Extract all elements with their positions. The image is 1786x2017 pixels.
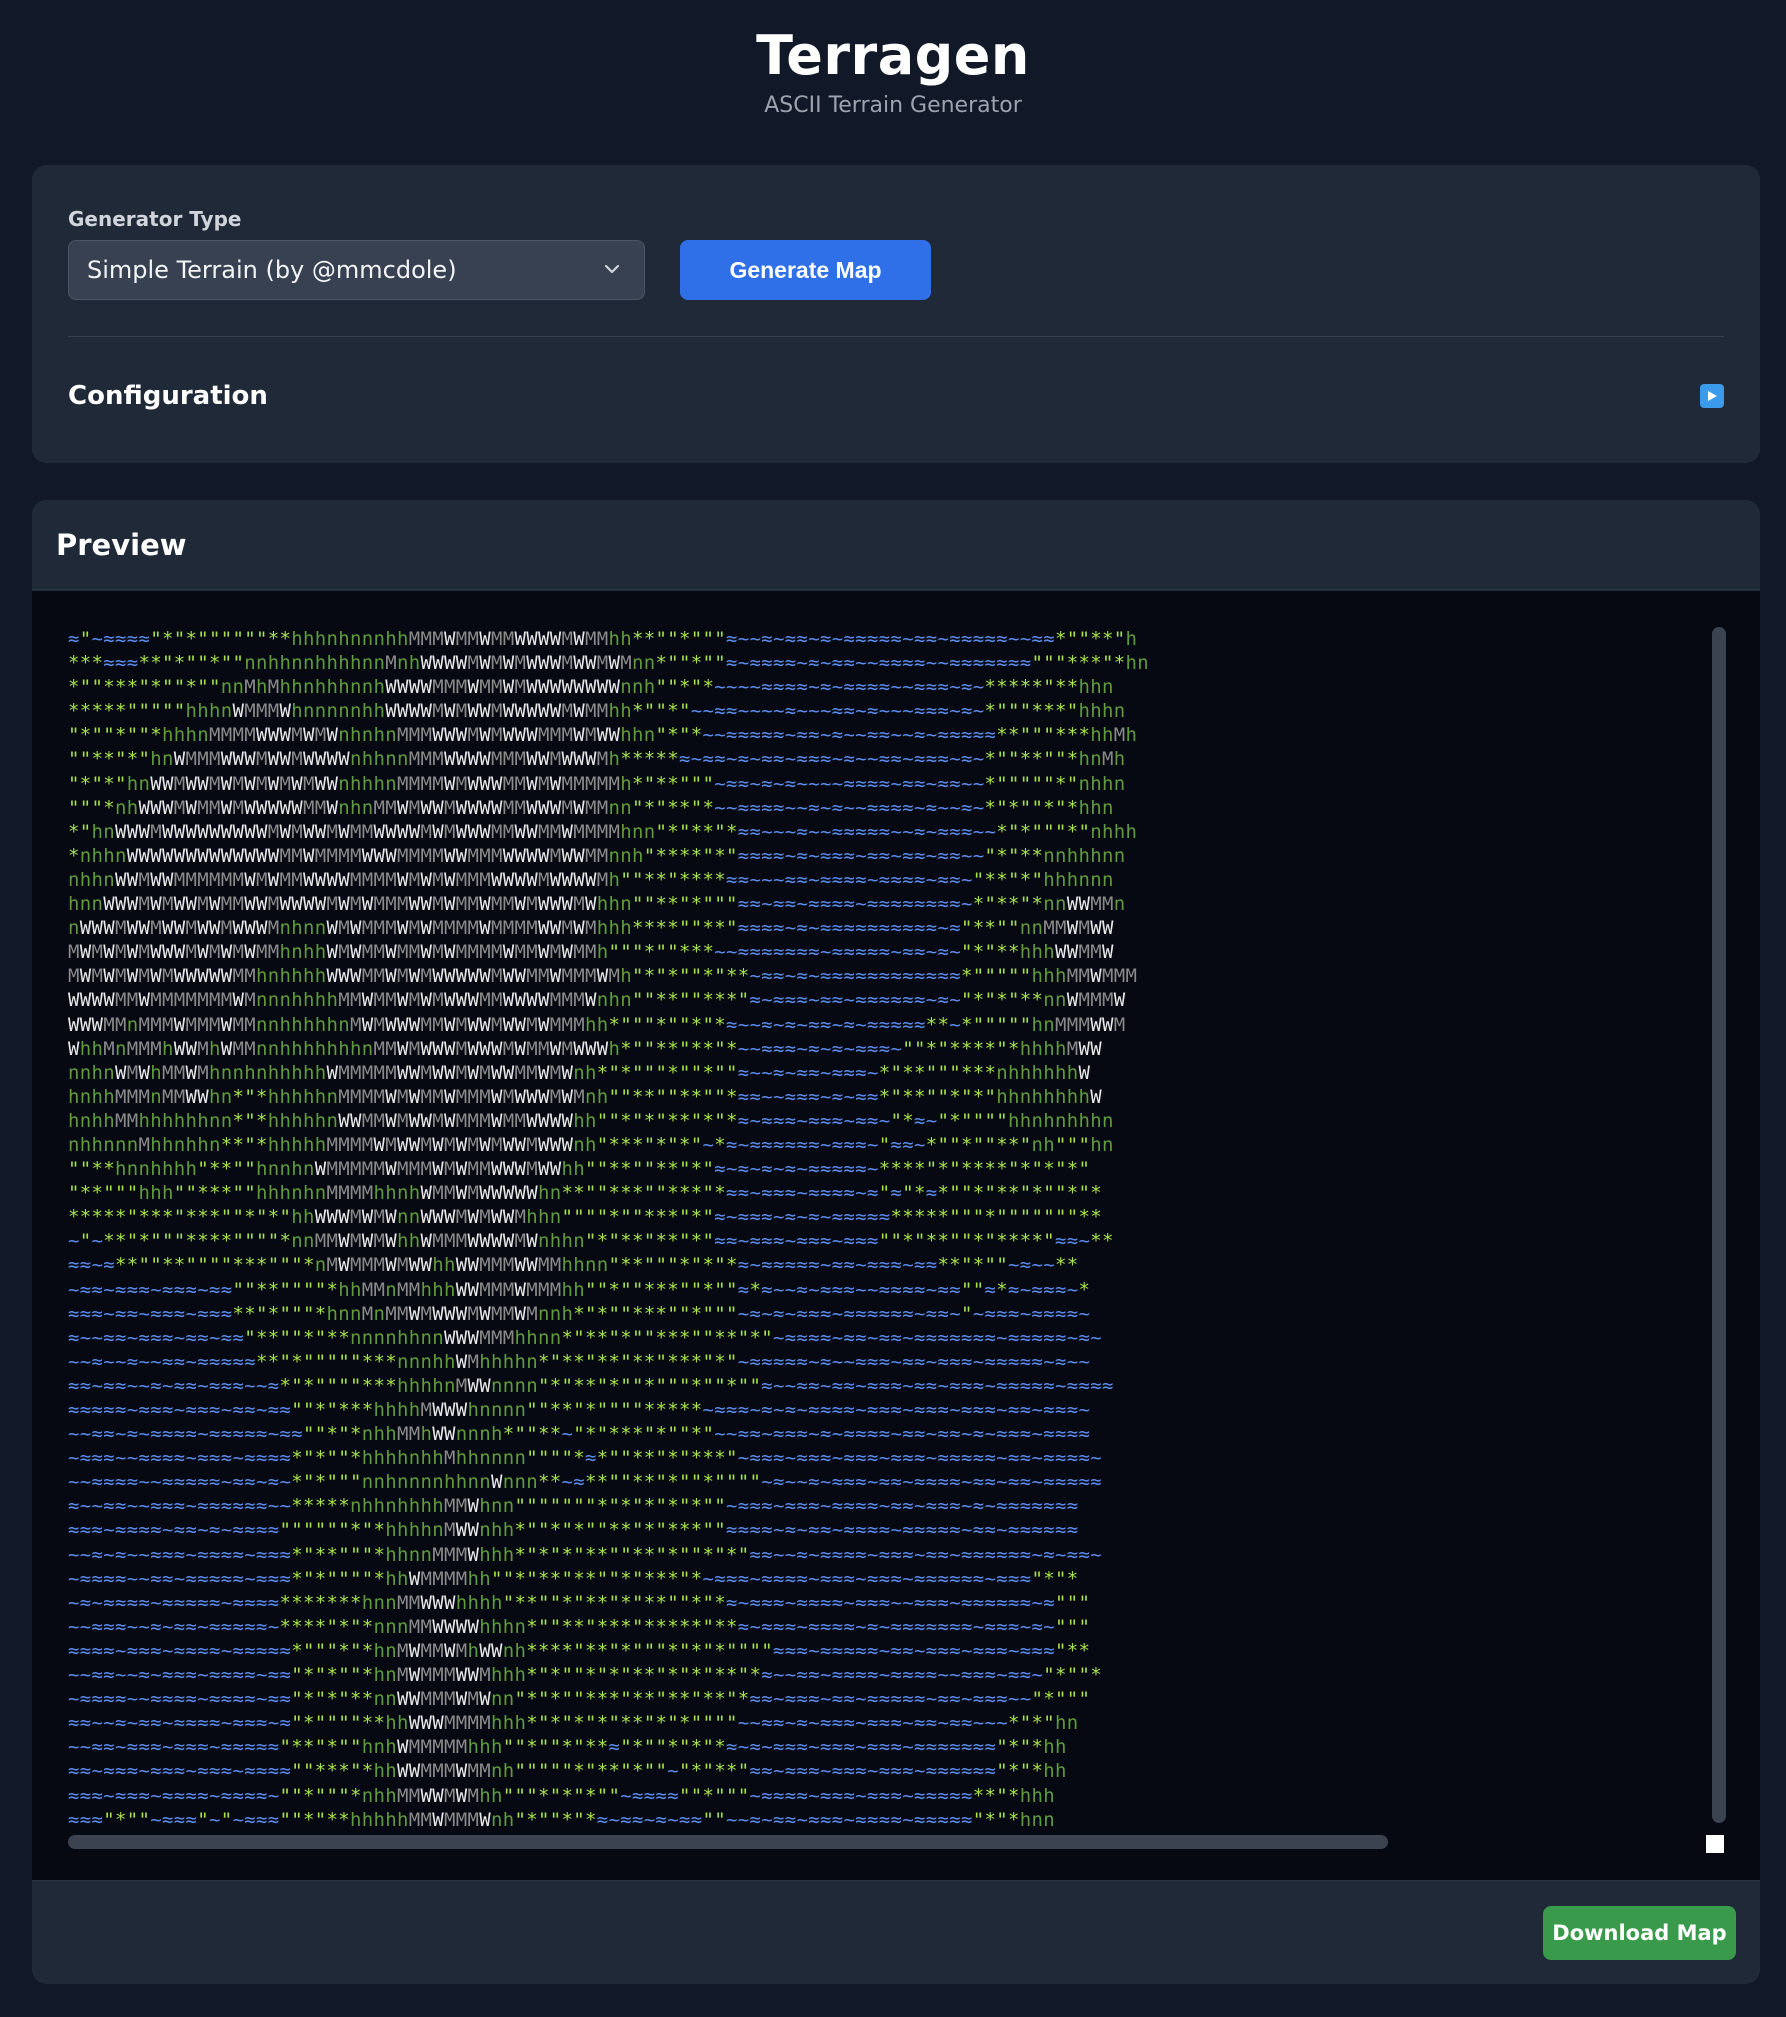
map-row: hnhhMMMnMMWWhn*"*hhhhhnMMMMWMWMMWMMMWMWW… bbox=[68, 1085, 1102, 1108]
preview-panel: Preview ≈"~≈≈≈≈"*"*""""""**hhhnhnnnhhMMM… bbox=[32, 500, 1760, 1984]
map-row: ***≈≈≈**"*""*""nnhhnnhhhhnnMnhWWWWMWMWMW… bbox=[68, 652, 1149, 675]
map-row: ~~≈≈~≈≈≈~≈≈≈~≈≈≈≈≈"**"*""hnhWMMMMMhhh""*… bbox=[68, 1736, 1067, 1759]
map-row: ~"~**"*"""****""""*nnMMWMWMWhhWMMMWWWWMW… bbox=[68, 1230, 1114, 1253]
map-row: ≈~~≈≈~≈≈≈~≈≈~≈≈"**""*"**nnnnhhnnWWWMMMhh… bbox=[68, 1326, 1102, 1349]
map-row: WWWWMMWMMMMMMMWMnnnhhhhMMWMMWMWMWWWMMWWW… bbox=[68, 989, 1126, 1012]
map-row: ≈≈≈≈~≈≈≈~≈≈≈≈~≈≈≈≈≈*"""*"*hnMWMMWMhWWnh*… bbox=[68, 1639, 1091, 1662]
scrollbar-corner bbox=[1706, 1835, 1724, 1853]
map-row: ""**"*"hnWMMMWWWMWWMWWWWnhhnnMMMWWWWMMMW… bbox=[68, 748, 1126, 771]
map-row: ~≈≈≈≈~~≈≈~≈≈≈≈≈~≈≈≈*"*""""*hhWMMMMhh""*"… bbox=[68, 1567, 1079, 1590]
map-row: ~≈≈≈~~≈≈≈≈~≈≈≈~≈≈≈≈*"*""*hhhhnhhMhhnnnn"… bbox=[68, 1447, 1102, 1470]
preview-header: Preview bbox=[32, 500, 1760, 590]
map-row: nhhnnnMhhnhhn**"*hhhhhMMMMWMWWMWMWMWMWWM… bbox=[68, 1133, 1114, 1156]
map-row: ≈≈~≈≈≈~≈≈≈~≈≈≈~≈≈≈≈""***"*hhWWMMMWMMnh""… bbox=[68, 1760, 1067, 1783]
map-row: ≈≈~~≈~≈≈~≈≈≈≈~≈≈≈~≈"*""""**hhWWWMMMMhhh*… bbox=[68, 1712, 1079, 1735]
map-row: ~~≈~~≈~~≈≈~≈≈≈≈≈**"*"""""***nnnhhWMhhhhn… bbox=[68, 1350, 1091, 1373]
preview-footer: Download Map bbox=[32, 1880, 1760, 1984]
map-row: ~~≈~≈~~≈≈≈~≈≈≈≈~≈≈≈*"**"""*hhnnMMMWhhh*"… bbox=[68, 1543, 1102, 1566]
chevron-down-icon bbox=[604, 264, 620, 274]
map-row: ≈~~≈≈~~≈≈≈~≈≈≈≈≈≈~~*****nhhnhhhhMMWhnn""… bbox=[68, 1495, 1079, 1518]
download-map-button[interactable]: Download Map bbox=[1543, 1906, 1736, 1960]
map-row: "**"""hhh""***""hhhnhnMMMMhhnhWMMWMWWWWW… bbox=[68, 1182, 1102, 1205]
configuration-label: Configuration bbox=[68, 381, 268, 411]
map-row: ≈≈≈"*""~≈≈≈"~"~≈≈≈""*"**hhhhhMMWMMMWnh"*… bbox=[68, 1808, 1055, 1831]
divider bbox=[68, 336, 1724, 337]
map-row: ≈≈≈~≈≈≈~≈≈≈≈~≈≈≈≈~""*"""*nhhMMWWMWMhh"""… bbox=[68, 1784, 1055, 1807]
app-title: Terragen bbox=[756, 24, 1030, 87]
map-row: *nhhnWWWWWWWWWWWWWMMWMMMMWWWMMMMWWMMMWWW… bbox=[68, 844, 1126, 867]
generator-type-label: Generator Type bbox=[68, 207, 242, 231]
map-scroll-area[interactable]: ≈"~≈≈≈≈"*"*""""""**hhhnhnnnhhMMMWMMWMMWW… bbox=[68, 627, 1758, 1843]
configuration-toggle[interactable]: Configuration bbox=[68, 371, 1724, 421]
ascii-map: ≈"~≈≈≈≈"*"*""""""**hhhnhnnnhhMMMWMMWMMWW… bbox=[68, 627, 1758, 1832]
map-row: ~≈~≈≈≈≈~≈≈≈≈≈~≈≈≈≈*******hnnMMWWWhhhh"**… bbox=[68, 1591, 1091, 1614]
map-row: nhhnWWMWWMMMMMMWMWMMWWWWMMMMWMWMWMMMWWWW… bbox=[68, 868, 1114, 891]
preview-title: Preview bbox=[56, 527, 187, 562]
app-header: Terragen ASCII Terrain Generator bbox=[0, 22, 1786, 120]
vertical-scrollbar[interactable] bbox=[1712, 627, 1726, 1823]
play-icon[interactable] bbox=[1700, 384, 1724, 408]
horizontal-scrollbar[interactable] bbox=[68, 1835, 1388, 1849]
map-row: ≈≈≈~≈≈≈≈~≈≈~≈~≈≈≈≈""""""*"*hhhhnMWWnhh*"… bbox=[68, 1519, 1079, 1542]
map-row: ~~≈≈≈~~≈~≈≈~≈≈≈≈≈~****"*"*nnnMMWWWWhhhn*… bbox=[68, 1615, 1091, 1638]
map-row: ""**hnnhhhh"**""hnnhnWMMMMMWMMMWMWMMWWWM… bbox=[68, 1158, 1091, 1181]
map-row: *""***"*""*""nnMhMhhnhhhnnhWWWWMMMWMMWMW… bbox=[68, 676, 1114, 699]
map-row: """*nhWWWMWMMWMWWWWWMMWnhnMMWMWWMWWWWMMW… bbox=[68, 796, 1114, 819]
generator-type-value: Simple Terrain (by @mmcdole) bbox=[87, 256, 457, 284]
controls-panel: Generator Type Simple Terrain (by @mmcdo… bbox=[32, 165, 1760, 463]
map-row: hnhhMMhhhhhhnn*"*hhhhhnWWMMWMWWMWMMMWMMW… bbox=[68, 1109, 1114, 1132]
map-row: MWMWMWMWWWMWMWMWMMhnhhWMWMMWMMWMWMMMMWMM… bbox=[68, 941, 1114, 964]
map-viewport: ≈"~≈≈≈≈"*"*""""""**hhhnhnnnhhMMMWMMWMMWW… bbox=[32, 591, 1760, 1880]
map-row: ~~≈≈≈≈~~≈≈≈≈≈~≈≈~≈~*"*"""nnhnnnnhhnnWnnn… bbox=[68, 1471, 1102, 1494]
map-row: nWWWMWWMWWMWWMWWWMnhnnWMWMMMWMWMMMMWMMMM… bbox=[68, 917, 1114, 940]
map-row: *****"""""hhhnWMMMWhnnnnnhhWWWWMWMWWMWWW… bbox=[68, 700, 1126, 723]
map-row: ≈≈~≈**""**""""***"""*nMWMMMWMWWhhWWMMMWW… bbox=[68, 1254, 1079, 1277]
map-row: ≈≈≈~≈≈~≈≈≈~≈≈≈**"*"""*hnnMnMMWMWWWMWMMWM… bbox=[68, 1302, 1091, 1325]
map-row: MWMWMWMWMWWWWWMMhnhhhhWWWMMWMWMWWWWWMWWM… bbox=[68, 965, 1138, 988]
map-row: WhhMnMMMhWWMhWMMnnhhhhhhhnMMWMWWWMWWWMWM… bbox=[68, 1037, 1102, 1060]
map-row: ≈≈~≈≈~~≈~≈≈~≈≈≈~~≈*"*""""***hhhhnMWWnnnn… bbox=[68, 1374, 1114, 1397]
generate-map-button[interactable]: Generate Map bbox=[680, 240, 931, 300]
map-row: ~~≈≈~≈~≈≈≈≈~≈≈≈≈≈~≈≈""*"*nhhMMhWWnnnh*""… bbox=[68, 1423, 1091, 1446]
map-row: ~≈≈≈≈~~≈≈≈≈~≈≈≈≈~≈≈"*"*"**nnWWMMMWMWnn"*… bbox=[68, 1688, 1091, 1711]
map-row: ~≈≈~≈≈≈~≈≈≈~≈≈""**""""*hhMMnMMhhhWWMMMWM… bbox=[68, 1278, 1091, 1301]
map-row: *"hnWWWMWWWWWWWWWMWMWWMWMMWWWWMWMWWWMMWW… bbox=[68, 820, 1138, 843]
map-row: ≈≈≈≈≈~≈≈≈~≈≈≈~≈≈~≈≈""*"***hhhhMWWWhnnnn"… bbox=[68, 1399, 1091, 1421]
map-row: ≈"~≈≈≈≈"*"*""""""**hhhnhnnnhhMMMWMMWMMWW… bbox=[68, 628, 1138, 650]
map-row: nnhnWMWhMMWMhnnhnhhhhhWMMMMMWWMWWMWMWWMM… bbox=[68, 1061, 1091, 1084]
app-subtitle: ASCII Terrain Generator bbox=[764, 93, 1022, 118]
map-row: *****"***"***""*"*"hhWWWMWMWnnWWWMWMWWMh… bbox=[68, 1206, 1102, 1229]
map-row: "*"*"hnWWMWWMWMWMWMWMWWnhhhnMMMMWMWWWMMW… bbox=[68, 772, 1126, 795]
map-row: hnnWWWMWMWWMWMMWWMWWWWMWMWMMMWWMWMMWMMWM… bbox=[68, 893, 1126, 916]
map-row: ~~≈≈~~≈~≈≈≈~≈≈≈≈~≈≈"*"*""*hnMWMMMWWMhhh*… bbox=[68, 1664, 1102, 1687]
generator-type-select[interactable]: Simple Terrain (by @mmcdole) bbox=[68, 240, 645, 300]
map-row: WWWMMnMMMWMMMWMMnnhhhhhnMWMWWWMMWMWWMWWM… bbox=[68, 1013, 1126, 1036]
map-row: "*""*""*hhhnMMMMWWWMWMWnhnhnMMMWWWMWMWWW… bbox=[68, 724, 1138, 747]
